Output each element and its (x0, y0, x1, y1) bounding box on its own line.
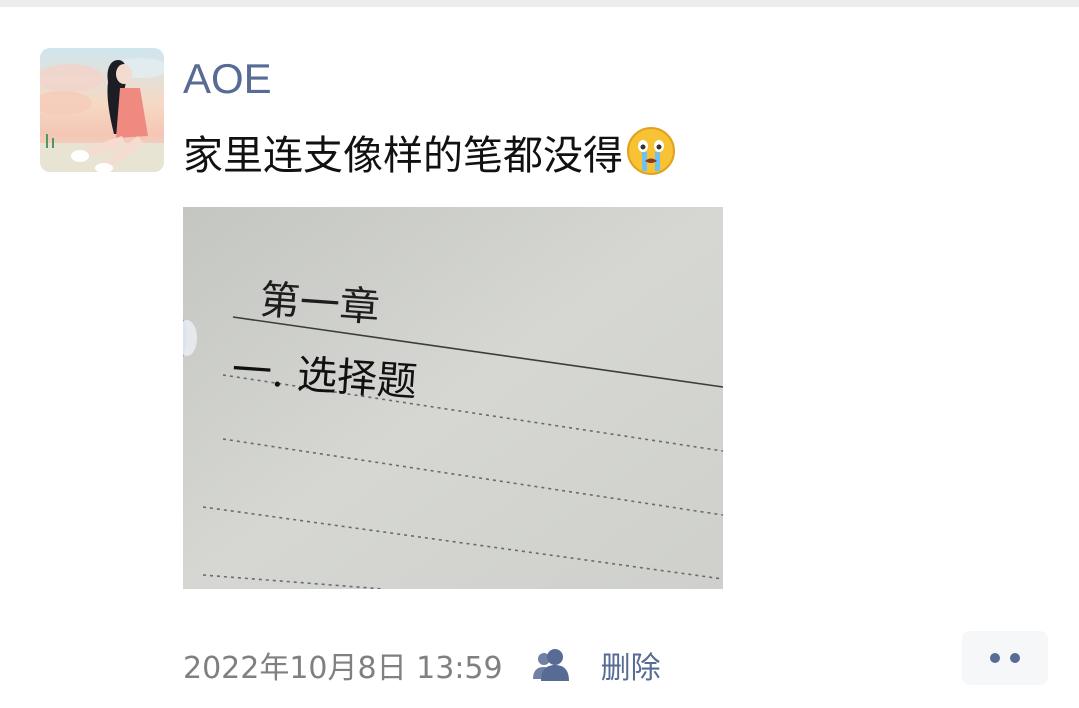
crying-face-emoji-icon (625, 125, 677, 191)
delete-button[interactable]: 删除 (601, 643, 661, 687)
top-divider-bar (0, 0, 1079, 7)
moment-post: AOE 家里连支像样的笔都没得 第一章 一. 选择题 2022年10月8日 13… (0, 7, 1079, 708)
handwriting-line1: 第一章 (258, 277, 381, 331)
handwritten-notebook-image: 第一章 一. 选择题 (183, 207, 723, 589)
author-name[interactable]: AOE (183, 54, 272, 104)
post-footer: 2022年10月8日 13:59 删除 (183, 643, 661, 687)
more-dots-icon (1010, 653, 1020, 663)
avatar[interactable] (40, 48, 164, 172)
more-button[interactable] (962, 631, 1048, 685)
friends-icon[interactable] (531, 647, 575, 683)
post-timestamp: 2022年10月8日 13:59 (183, 651, 503, 686)
more-dots-icon (990, 653, 1000, 663)
post-text: 家里连支像样的笔都没得 (183, 125, 677, 191)
post-text-body: 家里连支像样的笔都没得 (183, 133, 623, 179)
avatar-illustration (40, 58, 164, 172)
post-photo[interactable]: 第一章 一. 选择题 (183, 207, 723, 589)
